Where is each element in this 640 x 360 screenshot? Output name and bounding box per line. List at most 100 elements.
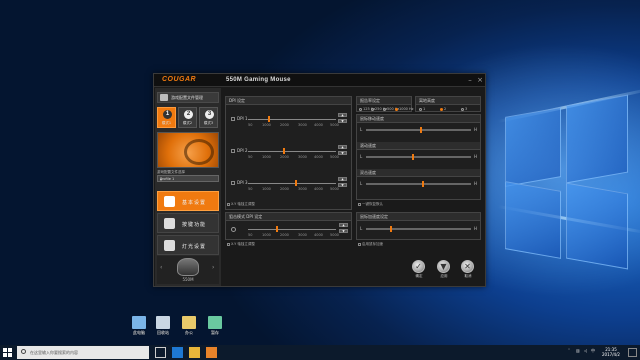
dpi-row-1: DPI 1 50 1000 2000 3000 4000 5000 ▲ ▼: [228, 111, 347, 137]
next-mouse-button[interactable]: ›: [212, 264, 214, 271]
dpi-3-checkbox[interactable]: [231, 181, 235, 185]
acceleration-checkbox[interactable]: [358, 242, 361, 246]
desktop-icon-office[interactable]: 办公: [176, 316, 202, 336]
volume-icon[interactable]: ◁: [584, 348, 587, 353]
cougar-app-icon[interactable]: [206, 347, 217, 358]
profile-select[interactable]: Profile 1 ▾: [157, 175, 219, 182]
buttons-icon: [164, 218, 175, 229]
mode-3-button[interactable]: 3 模式3: [199, 107, 218, 128]
double-click-thumb[interactable]: [422, 181, 424, 187]
double-click-slider[interactable]: L H: [360, 181, 477, 187]
sniper-xy-label: X-Y 轴独立调整: [231, 242, 255, 246]
scroll-speed-title: 滚动速度: [360, 143, 376, 148]
report-rate-title: 报告率设定: [360, 98, 380, 103]
taskbar-clock[interactable]: 21:35 2017/4/2: [597, 347, 625, 357]
desktop-icon-recycle-bin[interactable]: 回收站: [150, 316, 176, 336]
taskbar-search[interactable]: 在这里输入你要搜索的内容: [17, 346, 149, 359]
mode-2-number: 2: [184, 110, 193, 119]
dpi-1-slider[interactable]: [248, 119, 336, 120]
clock-date: 2017/4/2: [602, 352, 620, 357]
dpi-xy-label: X-Y 轴独立调整: [231, 202, 255, 206]
window-title: 550M Gaming Mouse: [226, 77, 291, 83]
brand-logo: COUGAR: [162, 76, 197, 83]
notification-icon[interactable]: [628, 348, 637, 357]
report-rate-header: 报告率设定: [357, 97, 411, 105]
title-bar[interactable]: COUGAR 550M Gaming Mouse – ×: [154, 74, 485, 87]
tray-chevron-icon[interactable]: ˄: [568, 348, 570, 353]
desktop-icon-label: 回收站: [157, 330, 169, 335]
dpi-2-slider[interactable]: [248, 151, 336, 152]
dpi-3-down-button[interactable]: ▼: [338, 183, 347, 187]
nav-lighting[interactable]: 灯光设置: [157, 235, 219, 255]
dpi-1-checkbox[interactable]: [231, 117, 235, 121]
desktop-icon-label: 暂存: [211, 330, 219, 335]
mode-2-label: 模式2: [182, 121, 193, 125]
edge-browser-icon[interactable]: [172, 347, 183, 358]
nav-button-functions[interactable]: 按键功能: [157, 213, 219, 233]
mouse-preview: ‹ › 550M: [157, 256, 219, 284]
close-button[interactable]: ×: [476, 76, 484, 84]
pointer-speed-thumb[interactable]: [420, 127, 422, 133]
dpi-row-3: DPI 3 50 1000 2000 3000 4000 5000 ▲ ▼: [228, 175, 347, 201]
mode-1-number: 1: [163, 110, 172, 119]
dpi-2-up-button[interactable]: ▲: [338, 145, 347, 149]
lightbulb-icon: [164, 240, 175, 251]
task-view-icon[interactable]: [155, 347, 166, 358]
dpi-xy-option[interactable]: X-Y 轴独立调整: [227, 202, 255, 207]
sniper-slider[interactable]: [248, 229, 336, 230]
chevron-down-icon: ▾: [160, 177, 163, 182]
restore-default-option[interactable]: 一键恢复默认: [358, 202, 383, 207]
acceleration-option[interactable]: 启用鼠标加速: [358, 242, 383, 247]
dpi-2-checkbox[interactable]: [231, 149, 235, 153]
app-window: COUGAR 550M Gaming Mouse – × 游戏配置文件管理 1 …: [153, 73, 486, 287]
lift-2-radio[interactable]: 2: [440, 107, 446, 111]
network-icon[interactable]: ▥: [576, 348, 580, 353]
cancel-button[interactable]: ✕ 取消: [461, 260, 475, 279]
nav-basic-settings-label: 基本设置: [182, 200, 207, 206]
acceleration-thumb[interactable]: [390, 226, 392, 232]
acceleration-slider[interactable]: L H: [360, 226, 477, 232]
mode-2-button[interactable]: 2 模式2: [178, 107, 197, 128]
restore-default-checkbox[interactable]: [358, 202, 361, 206]
acceleration-label: 启用鼠标加速: [362, 242, 383, 246]
sniper-down-button[interactable]: ▼: [339, 229, 348, 233]
dpi-1-up-button[interactable]: ▲: [338, 113, 347, 117]
dpi-3-up-button[interactable]: ▲: [338, 177, 347, 181]
pointer-speed-slider[interactable]: L H: [360, 127, 477, 133]
dpi-1-down-button[interactable]: ▼: [338, 119, 347, 123]
lift-3-radio[interactable]: 3: [461, 107, 467, 111]
dpi-3-slider-thumb[interactable]: [295, 180, 297, 186]
prev-mouse-button[interactable]: ‹: [160, 264, 162, 271]
dpi-2-slider-thumb[interactable]: [283, 148, 285, 154]
profile-manager-header[interactable]: 游戏配置文件管理: [157, 92, 219, 103]
dpi-3-slider[interactable]: [248, 183, 336, 184]
file-explorer-icon[interactable]: [189, 347, 200, 358]
scroll-speed-thumb[interactable]: [412, 154, 414, 160]
desktop-icon-temp[interactable]: 暂存: [202, 316, 228, 336]
sniper-xy-checkbox[interactable]: [227, 242, 230, 246]
desktop-icon-this-pc[interactable]: 此电脑: [126, 316, 152, 336]
dpi-1-slider-thumb[interactable]: [268, 116, 270, 122]
ok-button[interactable]: ✓ 确定: [412, 260, 426, 279]
sniper-xy-option[interactable]: X-Y 轴独立调整: [227, 242, 255, 247]
ime-indicator[interactable]: 中: [591, 348, 595, 354]
scroll-speed-slider[interactable]: L H: [360, 154, 477, 160]
mouse-model-name: 550M: [182, 277, 194, 282]
mode-1-button[interactable]: 1 模式1: [157, 107, 176, 128]
sniper-up-button[interactable]: ▲: [339, 223, 348, 227]
dpi-2-down-button[interactable]: ▼: [338, 151, 347, 155]
desktop-icon-label: 办公: [185, 330, 193, 335]
minimize-button[interactable]: –: [466, 76, 474, 84]
cancel-icon: ✕: [461, 260, 474, 273]
start-button[interactable]: [3, 348, 12, 357]
dpi-xy-checkbox[interactable]: [227, 202, 230, 206]
apply-icon: ▼: [437, 260, 450, 273]
acceleration-title: 鼠标加速度设定: [360, 214, 388, 219]
lift-1-radio[interactable]: 1: [419, 107, 425, 111]
desktop-icon-label: 此电脑: [133, 330, 145, 335]
rate-1000-radio[interactable]: 1000 Hz: [395, 107, 414, 111]
apply-button[interactable]: ▼ 应用: [437, 260, 451, 279]
nav-basic-settings[interactable]: 基本设置: [157, 191, 219, 211]
sniper-slider-thumb[interactable]: [276, 226, 278, 232]
profile-image: [157, 132, 219, 168]
